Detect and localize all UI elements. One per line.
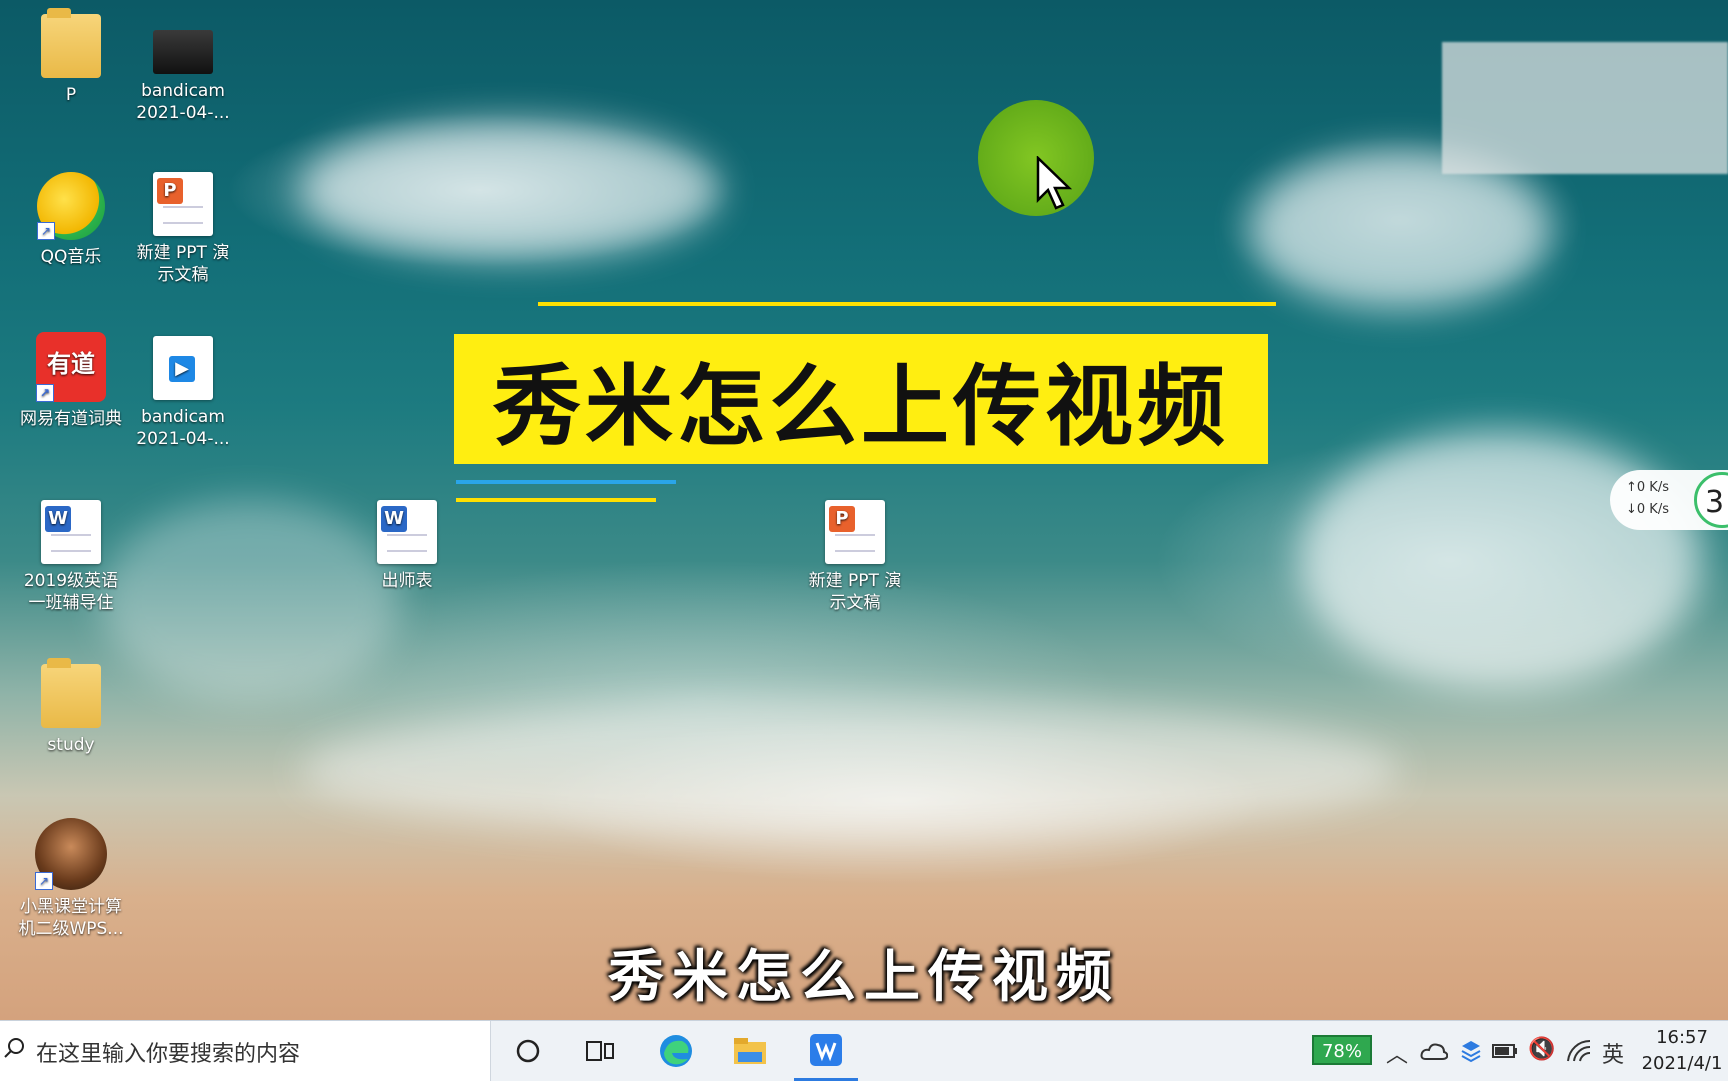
- desktop-icon-p[interactable]: P: [16, 8, 126, 106]
- icon-label: study: [47, 735, 95, 755]
- icon-label: P: [65, 85, 77, 105]
- cloud-sync-app-icon[interactable]: [1460, 1039, 1482, 1063]
- icon-label-line2: 一班辅导住: [28, 593, 114, 613]
- icon-label-line1: bandicam: [141, 407, 225, 427]
- app-avatar-icon: ↗: [35, 818, 107, 890]
- taskbar-clock[interactable]: 16:57 2021/4/1: [1636, 1025, 1728, 1077]
- ppt-file-icon: P: [825, 500, 885, 564]
- desktop-icon-study[interactable]: study: [16, 658, 126, 756]
- usage-gauge: 3: [1694, 472, 1728, 528]
- qq-music-icon: ↗: [37, 172, 105, 240]
- desktop-icon-chushibiao[interactable]: W 出师表: [352, 500, 462, 592]
- icon-label-line1: 新建 PPT 演: [136, 243, 230, 263]
- folder-icon: [41, 658, 101, 728]
- volume-muted-icon[interactable]: 🔇: [1528, 1037, 1555, 1062]
- icon-label-line2: 示文稿: [157, 265, 209, 285]
- desktop-icon-xiaohei[interactable]: ↗ 小黑课堂计算 机二级WPS...: [16, 818, 126, 940]
- desktop-icon-qq-music[interactable]: ↗ QQ音乐: [16, 172, 126, 268]
- taskbar-search-box[interactable]: 在这里输入你要搜索的内容: [0, 1021, 491, 1081]
- icon-label: QQ音乐: [40, 247, 102, 267]
- banner-accent-line-yellow: [456, 498, 656, 502]
- icon-label: 网易有道词典: [20, 409, 122, 429]
- banner-top-line: [538, 302, 1276, 306]
- video-title-banner: 秀米怎么上传视频: [454, 334, 1268, 464]
- icon-label: 出师表: [381, 571, 433, 591]
- desktop-icon-new-ppt-2[interactable]: P 新建 PPT 演 示文稿: [800, 500, 910, 614]
- video-subtitle: 秀米怎么上传视频: [608, 945, 1120, 1010]
- mouse-cursor-icon: [1036, 156, 1073, 210]
- onedrive-cloud-icon[interactable]: [1420, 1041, 1448, 1061]
- upload-speed: ↑0 K/s: [1626, 480, 1669, 495]
- shortcut-arrow-icon: ↗: [36, 384, 54, 402]
- icon-label-line1: 新建 PPT 演: [808, 571, 902, 591]
- banner-accent-line-blue: [456, 480, 676, 484]
- task-view-button[interactable]: [568, 1021, 632, 1081]
- task-view-icon: [586, 1041, 614, 1061]
- ppt-file-icon: P: [153, 172, 213, 236]
- desktop-icon-new-ppt-1[interactable]: P 新建 PPT 演 示文稿: [128, 172, 238, 286]
- word-file-icon: W: [41, 500, 101, 564]
- input-method-indicator[interactable]: 英: [1602, 1037, 1624, 1069]
- show-hidden-icons-chevron-icon[interactable]: ︿: [1386, 1037, 1408, 1069]
- folder-icon: [41, 8, 101, 78]
- cortana-button[interactable]: [496, 1021, 560, 1081]
- video-thumbnail-icon: [153, 30, 213, 74]
- file-explorer-icon: [734, 1038, 766, 1064]
- shortcut-arrow-icon: ↗: [35, 872, 53, 890]
- search-icon: [4, 1038, 24, 1058]
- desktop-icon-bandicam-2[interactable]: ▶ bandicam 2021-04-...: [128, 336, 238, 450]
- clock-time: 16:57: [1656, 1027, 1708, 1048]
- youdao-dictionary-icon: 有道 ↗: [36, 332, 106, 402]
- wps-app-icon: [810, 1033, 842, 1066]
- battery-indicator[interactable]: 78%: [1312, 1035, 1372, 1065]
- word-file-icon: W: [377, 500, 437, 564]
- clock-date: 2021/4/1: [1641, 1053, 1723, 1074]
- desktop-icon-bandicam-1[interactable]: bandicam 2021-04-...: [128, 30, 238, 124]
- icon-label-line2: 示文稿: [829, 593, 881, 613]
- search-placeholder: 在这里输入你要搜索的内容: [36, 1042, 301, 1067]
- battery-tray-icon[interactable]: [1492, 1043, 1518, 1059]
- desktop-icon-word-english[interactable]: W 2019级英语 一班辅导住: [16, 500, 126, 614]
- desktop[interactable]: P bandicam 2021-04-... ↗ QQ音乐 P 新建 PPT 演…: [0, 0, 1728, 1020]
- icon-label-line1: bandicam: [141, 81, 225, 101]
- edge-browser-icon: [660, 1035, 692, 1067]
- cortana-circle-icon: [516, 1039, 540, 1063]
- shortcut-arrow-icon: ↗: [37, 222, 55, 240]
- download-speed: ↓0 K/s: [1626, 502, 1669, 517]
- taskbar-wps-button[interactable]: [794, 1021, 858, 1081]
- icon-label-line2: 2021-04-...: [136, 429, 230, 449]
- taskbar-file-explorer-button[interactable]: [718, 1021, 782, 1081]
- icon-label-line1: 小黑课堂计算: [20, 897, 122, 917]
- desktop-icon-youdao[interactable]: 有道 ↗ 网易有道词典: [16, 332, 126, 430]
- icon-label-line1: 2019级英语: [23, 571, 119, 591]
- taskbar: 在这里输入你要搜索的内容 78% ︿ 🔇 英 16:57 2021/4/1: [0, 1020, 1728, 1081]
- taskbar-edge-button[interactable]: [644, 1021, 708, 1081]
- icon-label-line2: 2021-04-...: [136, 103, 230, 123]
- wifi-icon[interactable]: [1566, 1039, 1592, 1063]
- network-speed-widget[interactable]: ↑0 K/s ↓0 K/s 3: [1610, 470, 1728, 530]
- video-file-icon: ▶: [153, 336, 213, 400]
- blurred-region: [1442, 42, 1728, 174]
